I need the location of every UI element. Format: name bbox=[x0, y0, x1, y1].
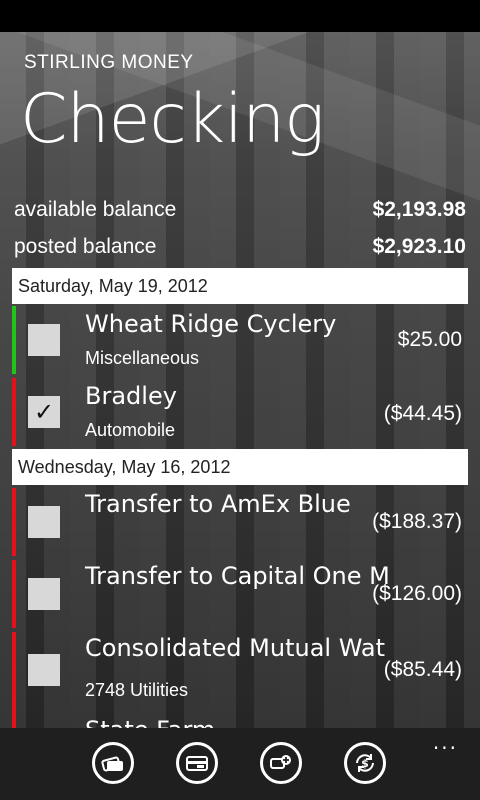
cleared-checkbox[interactable] bbox=[28, 324, 60, 356]
transaction-amount: ($126.00) bbox=[372, 582, 462, 605]
transaction-name: Transfer to Capital One M bbox=[85, 562, 390, 590]
more-menu-button[interactable]: ... bbox=[433, 730, 458, 754]
date-header: Wednesday, May 16, 2012 bbox=[12, 449, 468, 485]
transaction-row[interactable]: ✓ Bradley Automobile ($44.45) bbox=[12, 378, 468, 446]
payee-button[interactable] bbox=[260, 742, 302, 784]
transaction-amount: $25.00 bbox=[397, 328, 462, 351]
status-bar bbox=[0, 0, 480, 32]
transaction-name: Wheat Ridge Cyclery bbox=[85, 310, 337, 338]
app-bar: $ ... bbox=[0, 728, 480, 800]
checkmark-icon: ✓ bbox=[33, 398, 55, 426]
transaction-row[interactable]: Transfer to Capital One M ($126.00) bbox=[12, 560, 468, 628]
transaction-category: Automobile bbox=[85, 420, 176, 440]
transaction-category: 2748 Utilities bbox=[85, 680, 189, 700]
transaction-name: Consolidated Mutual Wat bbox=[85, 634, 386, 662]
available-balance-row: available balance $2,193.98 bbox=[14, 198, 466, 228]
date-header: Saturday, May 19, 2012 bbox=[12, 268, 468, 304]
status-bar-indicator bbox=[12, 560, 16, 628]
status-bar-indicator bbox=[12, 632, 16, 712]
transaction-amount: ($44.45) bbox=[383, 402, 462, 425]
transaction-row[interactable]: Transfer to AmEx Blue ($188.37) bbox=[12, 488, 468, 556]
available-balance-value: $2,193.98 bbox=[372, 198, 466, 221]
status-bar-indicator bbox=[12, 488, 16, 556]
card-button[interactable] bbox=[176, 742, 218, 784]
status-bar-indicator bbox=[12, 306, 16, 374]
transfer-icon: $ bbox=[356, 754, 374, 772]
svg-text:$: $ bbox=[361, 757, 369, 770]
transaction-row[interactable]: Wheat Ridge Cyclery Miscellaneous $25.00 bbox=[12, 306, 468, 374]
transaction-amount: ($188.37) bbox=[372, 510, 462, 533]
posted-balance-label: posted balance bbox=[14, 235, 157, 258]
status-bar-indicator bbox=[12, 712, 16, 728]
transaction-amount: ($85.44) bbox=[383, 658, 462, 681]
cleared-checkbox[interactable] bbox=[28, 578, 60, 610]
transaction-row[interactable]: State Farm bbox=[12, 712, 468, 728]
transaction-name: State Farm bbox=[85, 716, 215, 728]
transaction-category: Miscellaneous bbox=[85, 348, 200, 368]
cleared-checkbox[interactable]: ✓ bbox=[28, 396, 60, 428]
app-name: STIRLING MONEY bbox=[24, 52, 194, 73]
cleared-checkbox[interactable] bbox=[28, 506, 60, 538]
page-title: Checking bbox=[20, 80, 325, 159]
cleared-checkbox[interactable] bbox=[28, 654, 60, 686]
accounts-button[interactable] bbox=[92, 742, 134, 784]
accounts-icon bbox=[101, 756, 123, 772]
transfer-button[interactable]: $ bbox=[344, 742, 386, 784]
transaction-name: Bradley bbox=[85, 382, 177, 410]
transaction-name: Transfer to AmEx Blue bbox=[85, 490, 351, 518]
payee-icon bbox=[270, 755, 291, 769]
transaction-row[interactable]: Consolidated Mutual Wat 2748 Utilities (… bbox=[12, 632, 468, 712]
posted-balance-value: $2,923.10 bbox=[372, 235, 466, 258]
posted-balance-row: posted balance $2,923.10 bbox=[14, 235, 466, 265]
status-bar-indicator bbox=[12, 378, 16, 446]
available-balance-label: available balance bbox=[14, 198, 177, 221]
card-icon bbox=[186, 756, 208, 771]
